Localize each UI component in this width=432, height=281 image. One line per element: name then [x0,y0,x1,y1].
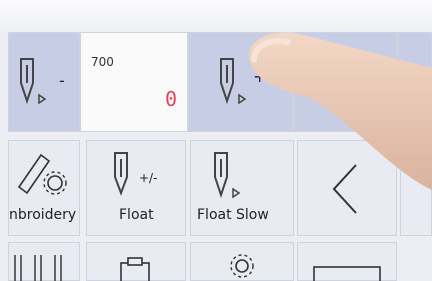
touch-screen: - 700 0 + nbroidery +/- Float [0,0,432,281]
needles-button[interactable] [8,242,80,281]
max-speed-value: 700 [91,55,114,69]
frame-icon [313,266,381,281]
clipboard-icon [120,257,150,281]
frame-button[interactable] [297,242,397,281]
float-label: Float [119,207,154,223]
float-slow-label: Float Slow [197,207,269,223]
needle-float-icon [114,152,128,196]
float-toggle-label: +/- [139,171,158,185]
float-button[interactable]: +/- Float [86,140,186,236]
embroidery-button[interactable]: nbroidery [8,140,80,236]
speed-minus-label: - [59,71,65,90]
stitch-counter-display: 700 0 [80,32,188,132]
counter-value: 0 [165,87,178,111]
settings-button[interactable] [190,242,294,281]
needle-minus-icon [20,58,47,105]
embroidery-label: nbroidery [9,207,77,223]
pen-gear-icon [17,153,67,195]
clipboard-button[interactable] [86,242,186,281]
speed-minus-button[interactable]: - [8,32,80,132]
gear-icon [230,254,254,278]
needles-icon [14,255,62,281]
finger-overlay [249,32,432,190]
